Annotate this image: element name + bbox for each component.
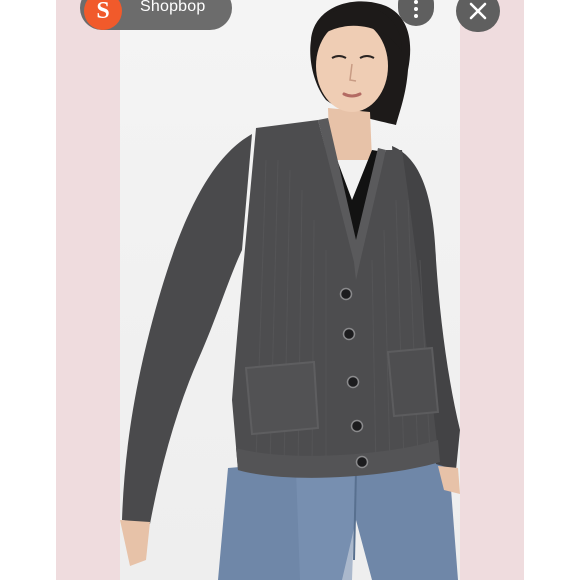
shopbop-logo-icon: S [84,0,122,30]
logo-letter: S [96,0,110,24]
left-margin [0,0,56,580]
app-name: Shopbop [140,0,206,15]
right-margin [524,0,580,580]
more-vertical-dot [414,14,418,18]
more-vertical-dot [414,7,418,11]
app-chip-shopbop[interactable]: S Shopbop [80,0,232,30]
image-frame [56,0,524,580]
product-photo [120,1,460,580]
close-icon [469,2,487,20]
more-vertical-icon [414,0,418,4]
